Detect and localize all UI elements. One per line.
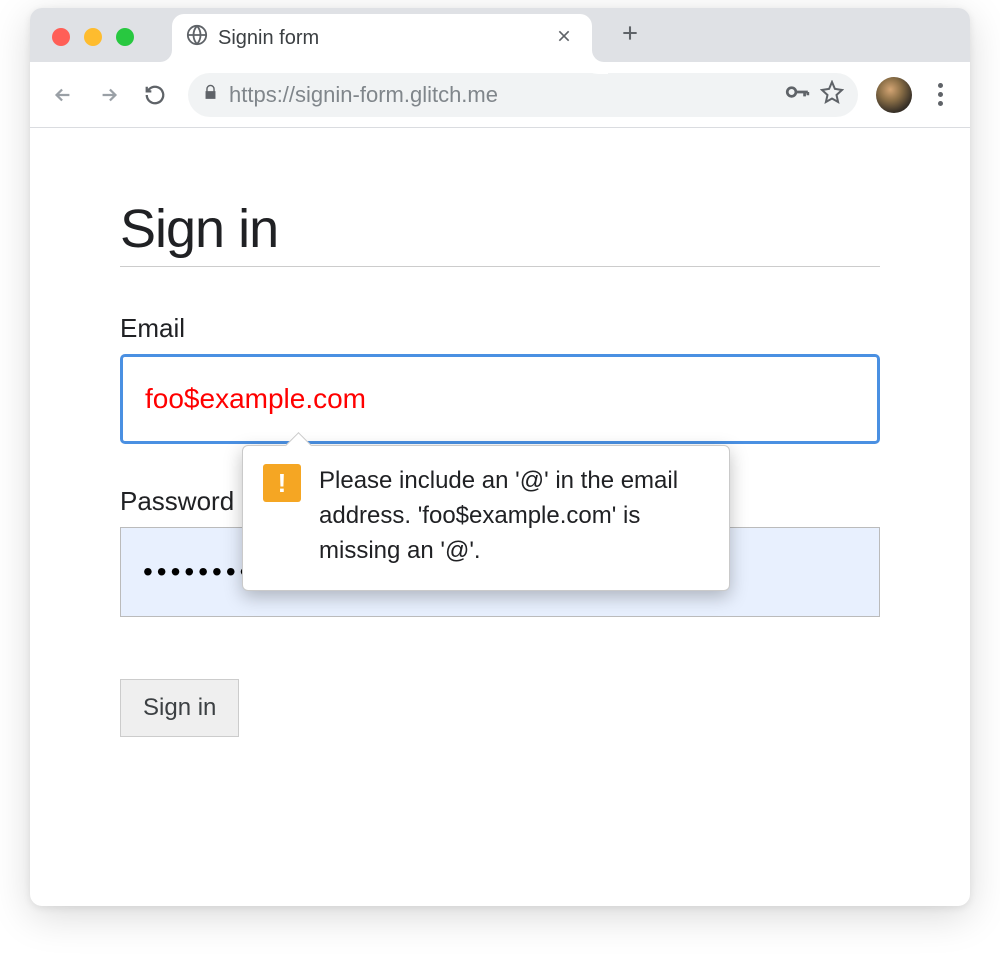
- key-icon[interactable]: [784, 79, 810, 110]
- window-minimize-button[interactable]: [84, 28, 102, 46]
- signin-button[interactable]: Sign in: [120, 679, 239, 737]
- email-field[interactable]: [120, 354, 880, 444]
- close-icon[interactable]: [550, 25, 578, 52]
- tab-strip: Signin form: [30, 8, 970, 62]
- browser-window: Signin form https://si: [30, 8, 970, 906]
- tab-title: Signin form: [218, 27, 550, 50]
- back-button[interactable]: [42, 74, 84, 116]
- page-title: Sign in: [120, 198, 880, 267]
- validation-tooltip: ! Please include an '@' in the email add…: [242, 445, 730, 591]
- email-label: Email: [120, 313, 880, 344]
- validation-message: Please include an '@' in the email addre…: [319, 464, 709, 568]
- browser-toolbar: https://signin-form.glitch.me: [30, 62, 970, 128]
- star-icon[interactable]: [820, 80, 844, 109]
- window-close-button[interactable]: [52, 28, 70, 46]
- browser-tab[interactable]: Signin form: [172, 14, 592, 62]
- page-content: Sign in Email ! Please include an '@' in…: [30, 128, 970, 807]
- window-controls: [52, 28, 134, 46]
- new-tab-button[interactable]: [616, 18, 644, 50]
- address-bar[interactable]: https://signin-form.glitch.me: [188, 73, 858, 117]
- avatar[interactable]: [876, 77, 912, 113]
- globe-icon: [186, 24, 208, 52]
- reload-button[interactable]: [134, 74, 176, 116]
- kebab-menu-icon[interactable]: [922, 75, 958, 114]
- lock-icon: [202, 84, 219, 106]
- email-field-group: Email ! Please include an '@' in the ema…: [120, 313, 880, 444]
- url-text: https://signin-form.glitch.me: [229, 82, 774, 108]
- warning-icon: !: [263, 464, 301, 502]
- forward-button[interactable]: [88, 74, 130, 116]
- window-maximize-button[interactable]: [116, 28, 134, 46]
